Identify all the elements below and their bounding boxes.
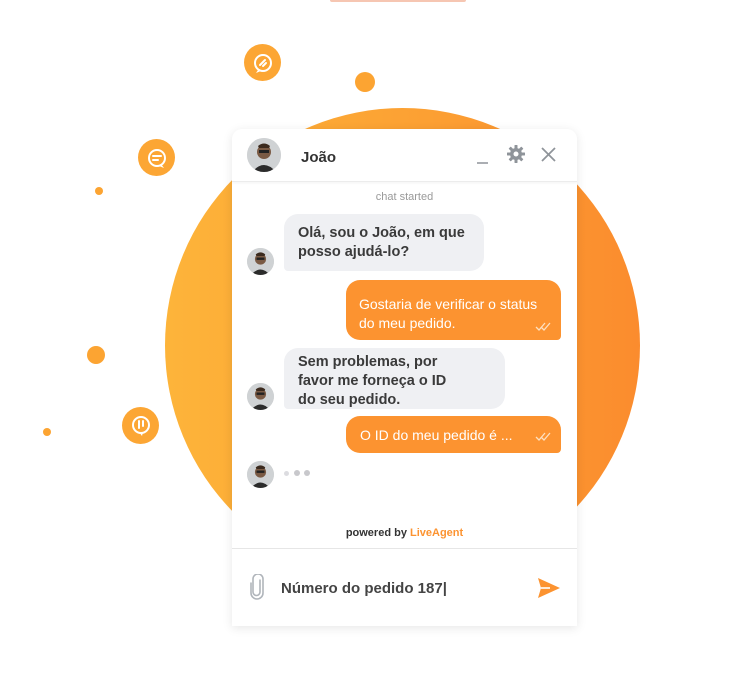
attach-button[interactable] xyxy=(249,573,265,600)
close-icon xyxy=(541,147,556,162)
decor-dot xyxy=(43,428,51,436)
double-check-icon xyxy=(535,432,551,441)
agent-message: Sem problemas, por favor me forneça o ID… xyxy=(284,348,505,409)
agent-message: Olá, sou o João, em que posso ajudá-lo? xyxy=(284,214,484,271)
top-edge-bar xyxy=(330,0,466,2)
decor-dot xyxy=(95,187,103,195)
minimize-button[interactable] xyxy=(475,150,491,166)
message-composer xyxy=(232,548,577,626)
message-text: Sem problemas, por favor me forneça o ID… xyxy=(298,354,447,408)
visitor-message: Gostaria de verificar o status do meu pe… xyxy=(346,280,561,340)
send-icon xyxy=(538,578,560,598)
minimize-icon xyxy=(477,162,488,164)
chat-bubble-icon xyxy=(138,139,175,176)
agent-name: João xyxy=(301,149,337,166)
agent-avatar xyxy=(247,248,274,275)
chat-started-label: chat started xyxy=(375,191,434,203)
powered-by-prefix: powered by xyxy=(345,527,410,539)
powered-by: powered by LiveAgent xyxy=(232,527,577,539)
send-button[interactable] xyxy=(537,577,561,599)
message-text: O ID do meu pedido é ... xyxy=(360,427,513,443)
message-text: Gostaria de verificar o status do meu pe… xyxy=(359,296,538,331)
chat-bubble-icon xyxy=(244,44,281,81)
message-text: Olá, sou o João, em que posso ajudá-lo? xyxy=(298,225,465,260)
agent-avatar xyxy=(247,461,274,488)
chat-bubble-icon xyxy=(122,407,159,444)
decor-dot xyxy=(87,346,105,364)
visitor-message: O ID do meu pedido é ... xyxy=(346,416,561,453)
gear-icon xyxy=(507,145,525,163)
chat-widget: João chat started Olá, sou o João, em qu… xyxy=(232,129,577,626)
agent-avatar xyxy=(247,138,281,172)
chat-header: João xyxy=(232,129,577,182)
decor-dot xyxy=(355,72,375,92)
double-check-icon xyxy=(535,322,551,331)
close-button[interactable] xyxy=(540,146,557,163)
agent-avatar xyxy=(247,383,274,410)
message-input[interactable] xyxy=(281,577,521,599)
settings-button[interactable] xyxy=(506,144,526,164)
paperclip-icon xyxy=(250,573,264,600)
powered-by-brand-link[interactable]: LiveAgent xyxy=(410,527,463,539)
